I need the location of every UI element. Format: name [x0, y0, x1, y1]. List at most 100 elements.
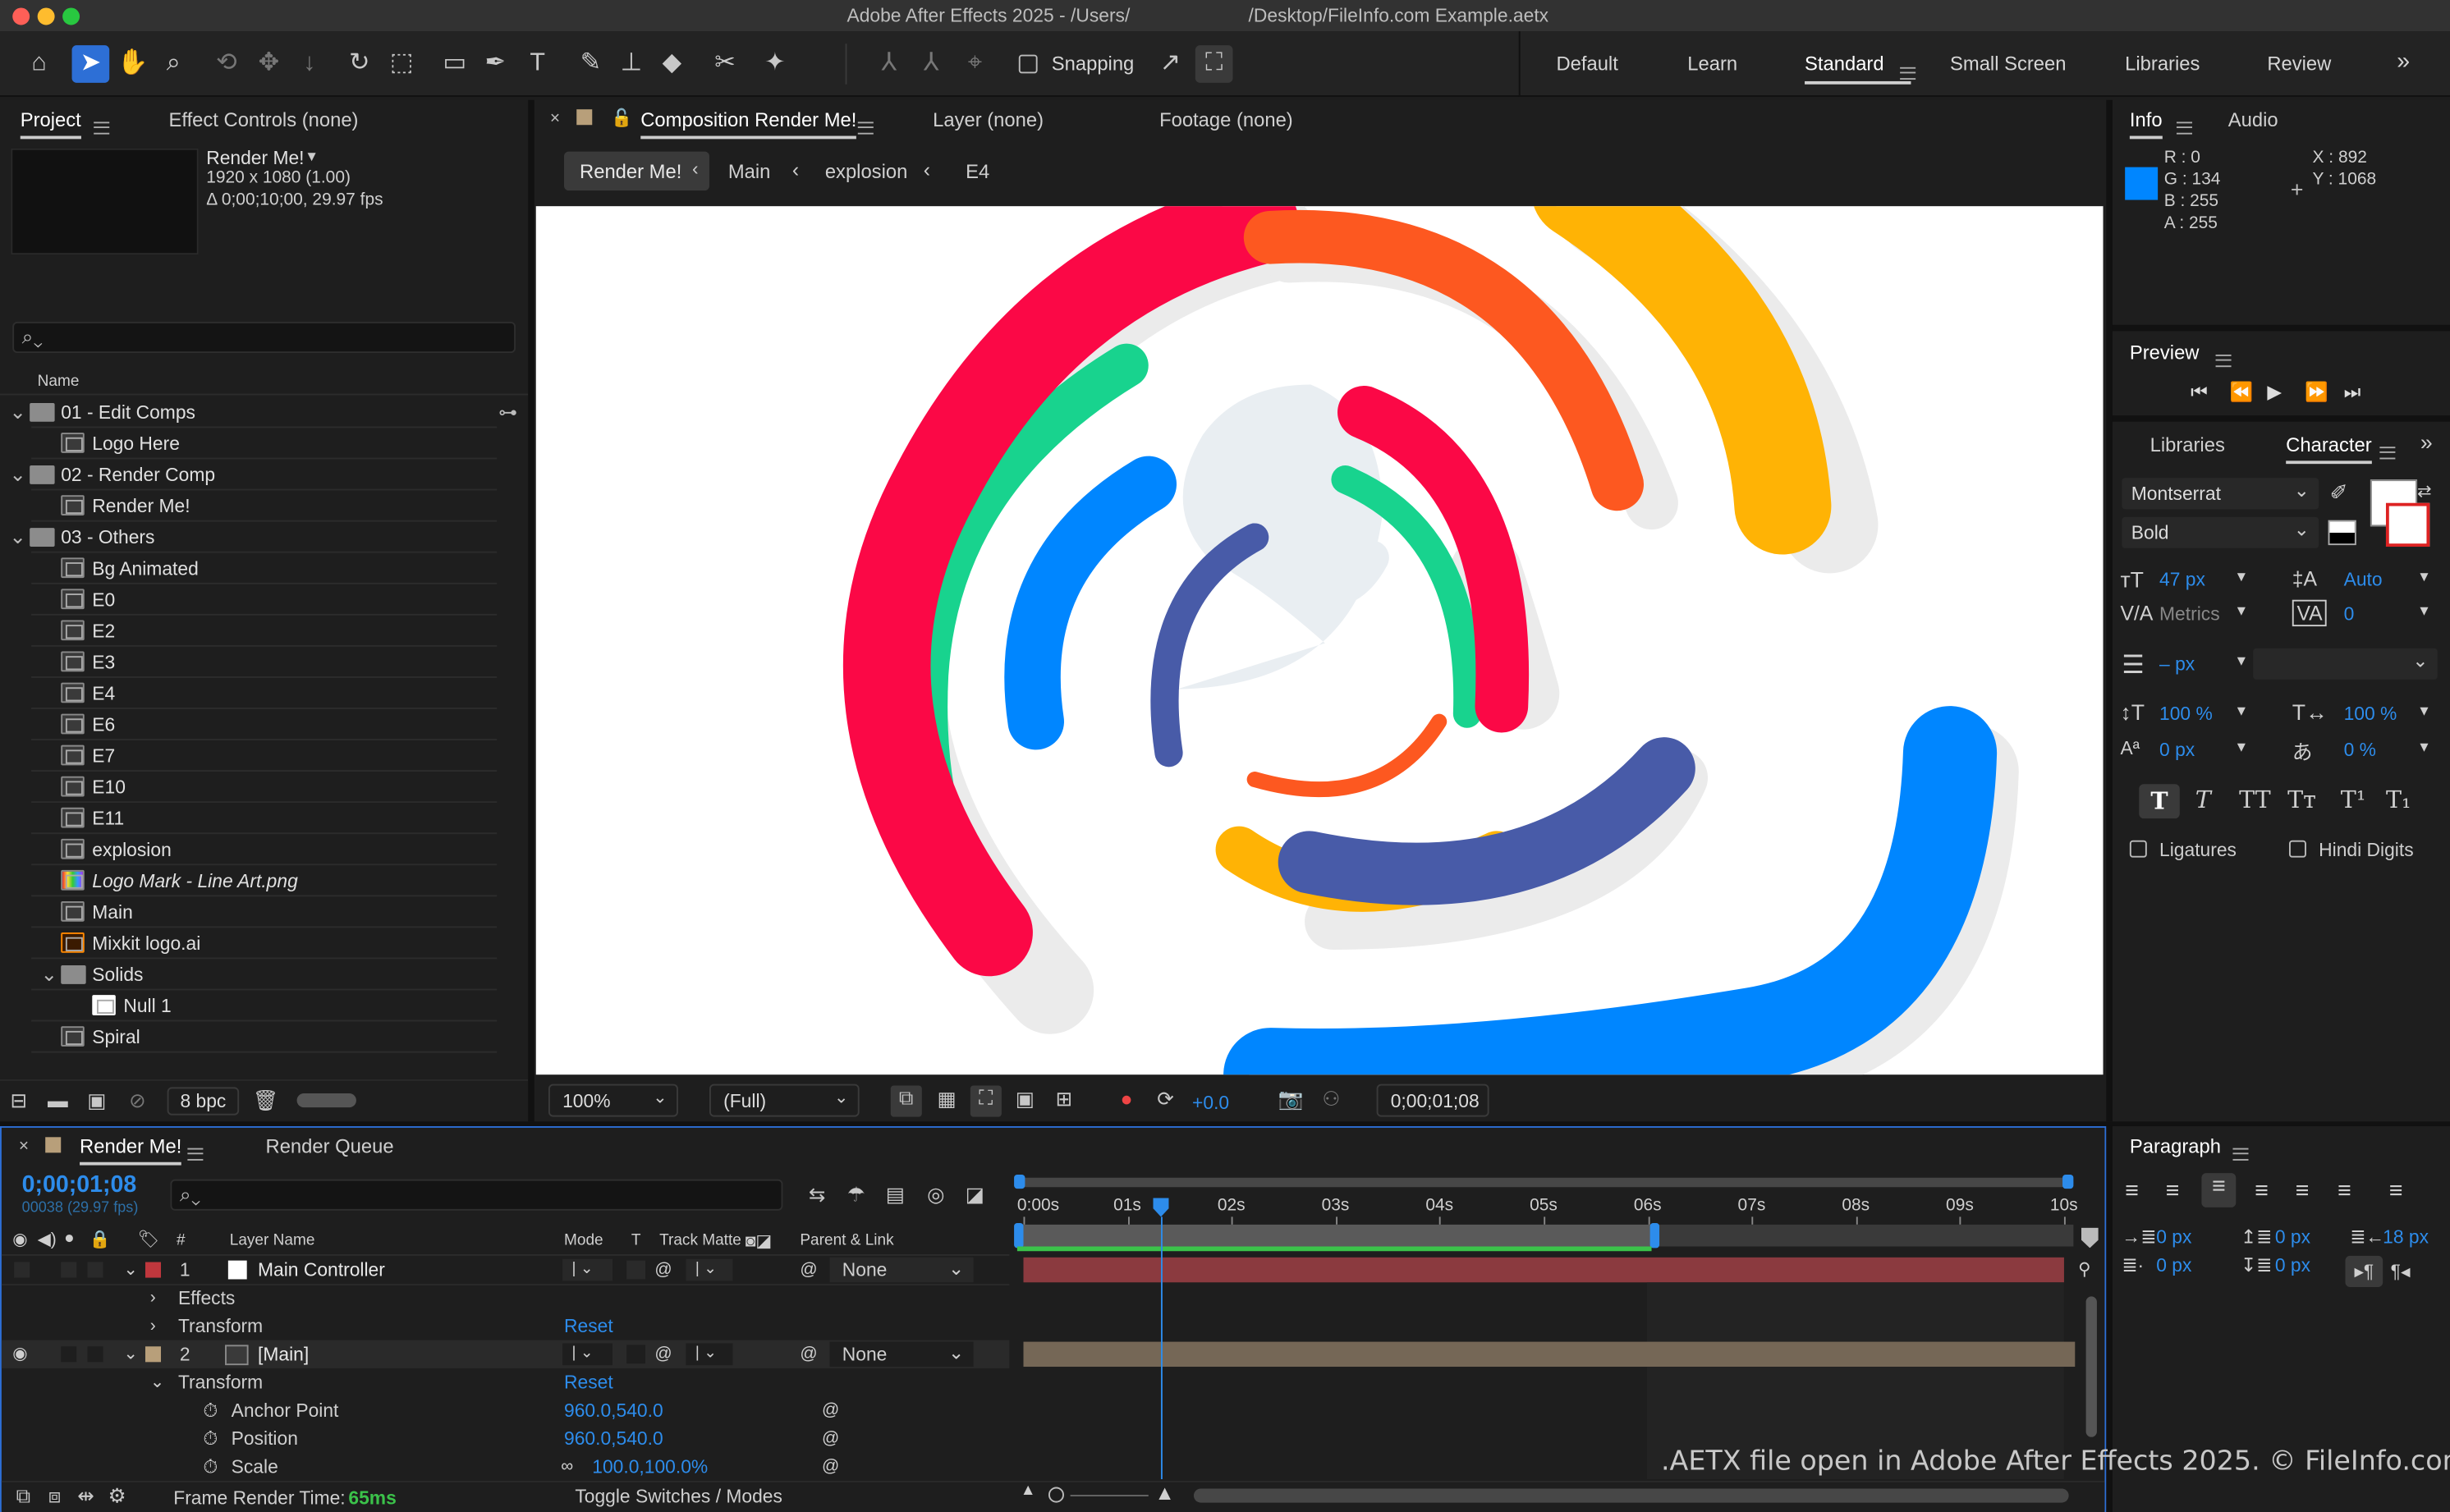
project-item[interactable]: E2: [0, 616, 500, 647]
property-row-anchor-point[interactable]: ⏱ Anchor Point 960.0,540.0 @: [2, 1396, 1009, 1424]
zoom-slider-handle[interactable]: [1048, 1487, 1064, 1503]
comp-menu-icon[interactable]: [857, 121, 874, 135]
zoom-tool-icon[interactable]: ⌕: [154, 45, 192, 83]
layer-bar-1[interactable]: [1023, 1257, 2064, 1283]
color-channels-icon[interactable]: ●: [1111, 1087, 1142, 1111]
tab-libraries[interactable]: Libraries: [2150, 434, 2225, 456]
align-left-icon[interactable]: ≡: [2125, 1178, 2139, 1204]
rectangle-tool-icon[interactable]: ▭: [436, 45, 474, 83]
chevron-right-icon[interactable]: ›: [150, 1284, 156, 1312]
constrain-proportions-icon[interactable]: ∞: [561, 1453, 573, 1481]
eyedropper-icon[interactable]: ✐: [2329, 479, 2347, 506]
solo-switch[interactable]: [61, 1262, 77, 1278]
lock-icon[interactable]: 🔓: [611, 108, 632, 128]
chevron-down-icon[interactable]: ▼: [2234, 653, 2248, 668]
project-item[interactable]: Mixkit logo.ai: [0, 928, 500, 959]
timeline-search-input[interactable]: ⌕⌄: [170, 1179, 783, 1211]
subscript-button[interactable]: T₁: [2386, 786, 2411, 813]
show-snapshot-icon[interactable]: ⚇: [1315, 1087, 1347, 1111]
eraser-tool-icon[interactable]: ◆: [653, 45, 690, 83]
chevron-down-icon[interactable]: ▼: [2417, 569, 2431, 584]
fast-previews-icon[interactable]: ⧉: [890, 1085, 922, 1117]
stopwatch-icon[interactable]: ⏱: [203, 1396, 218, 1424]
property-value[interactable]: 960.0,540.0: [564, 1396, 663, 1424]
resolution-select[interactable]: (Full) ⌄: [709, 1084, 860, 1117]
layer-row-1[interactable]: ⌄ 1 Main Controller | ⌄ @ | ⌄ @ None ⌄: [2, 1256, 1009, 1284]
type-tool-icon[interactable]: T: [519, 45, 557, 83]
work-area-bar[interactable]: [1016, 1224, 1652, 1247]
stroke-style-select[interactable]: ⌄: [2253, 648, 2438, 680]
indent-right-value[interactable]: 18 px: [2383, 1226, 2429, 1249]
zoom-window-button[interactable]: [62, 7, 80, 25]
project-item[interactable]: E11: [0, 803, 500, 834]
chevron-down-icon[interactable]: ⌄: [123, 1256, 138, 1284]
t-header[interactable]: T: [631, 1232, 641, 1249]
frame-blending-icon[interactable]: ◎: [920, 1182, 952, 1207]
workspace-review[interactable]: Review: [2267, 53, 2331, 76]
close-window-button[interactable]: [12, 7, 30, 25]
more-workspaces-icon[interactable]: »: [2397, 48, 2410, 75]
new-folder-icon[interactable]: ▬: [44, 1088, 71, 1112]
workspace-standard[interactable]: Standard: [1805, 53, 1884, 76]
flowchart-icon[interactable]: ⊶: [498, 401, 517, 424]
layer-row-2[interactable]: ◉ ⌄ 2 [Main] | ⌄ @ | ⌄ @ None ⌄: [1, 1340, 1010, 1368]
tsume-value[interactable]: 0 %: [2344, 739, 2376, 761]
layer-name[interactable]: Main Controller: [258, 1256, 385, 1284]
faux-italic-button[interactable]: T: [2195, 786, 2211, 813]
last-frame-icon[interactable]: ⏭: [2344, 381, 2361, 405]
zoom-select[interactable]: 100% ⌄: [548, 1084, 678, 1117]
font-style-select[interactable]: Bold ⌄: [2122, 516, 2319, 548]
transparency-grid-icon[interactable]: ▦: [931, 1087, 962, 1111]
project-settings-icon[interactable]: ⊘: [123, 1088, 151, 1113]
navigator-start-handle[interactable]: [1014, 1174, 1025, 1189]
time-navigator-bar[interactable]: [1016, 1177, 2074, 1188]
navigator-end-handle[interactable]: [2062, 1174, 2074, 1189]
mode-select[interactable]: | ⌄: [562, 1258, 612, 1281]
play-icon[interactable]: ▶: [2267, 381, 2282, 403]
roto-brush-icon[interactable]: ✂: [706, 45, 744, 83]
draft-3d-icon[interactable]: ☂: [841, 1182, 872, 1207]
project-item[interactable]: ⌄ 01 - Edit Comps: [0, 396, 500, 428]
grid-guides-icon[interactable]: ⊞: [1048, 1087, 1080, 1111]
breadcrumb-main[interactable]: Main: [728, 161, 771, 183]
project-item[interactable]: E3: [0, 647, 500, 678]
chevron-down-icon[interactable]: ▼: [2234, 739, 2248, 754]
project-item[interactable]: Logo Here: [0, 428, 500, 459]
paragraph-menu-icon[interactable]: [2232, 1148, 2249, 1161]
thumbnail-slider[interactable]: [296, 1093, 356, 1108]
parent-link-header[interactable]: Parent & Link: [800, 1232, 893, 1249]
chevron-down-icon[interactable]: ⌄: [9, 459, 26, 490]
snap-edges-icon[interactable]: ↗: [1152, 45, 1190, 83]
preserve-transparency-switch[interactable]: [626, 1345, 645, 1364]
pan-camera-icon[interactable]: ✥: [250, 45, 287, 83]
in-out-icon[interactable]: ⇹: [73, 1484, 98, 1509]
pan-behind-tool-icon[interactable]: ⬚: [383, 45, 420, 83]
close-comp-tab-icon[interactable]: ×: [550, 109, 560, 128]
project-item[interactable]: E7: [0, 740, 500, 772]
track-matte-select[interactable]: | ⌄: [686, 1258, 733, 1281]
home-icon[interactable]: ⌂: [21, 45, 58, 83]
project-item[interactable]: Logo Mark - Line Art.png: [0, 865, 500, 896]
exposure-value[interactable]: +0.0: [1192, 1092, 1229, 1114]
chevron-down-icon[interactable]: ▼: [2234, 569, 2248, 584]
timeline-vertical-scrollbar[interactable]: [2085, 1296, 2097, 1437]
preserve-transparency-switch[interactable]: [626, 1260, 645, 1280]
project-menu-icon[interactable]: [94, 121, 110, 135]
tab-timeline-render-me[interactable]: Render Me!: [80, 1135, 182, 1166]
tab-project[interactable]: Project: [20, 109, 81, 140]
indent-first-value[interactable]: 0 px: [2156, 1254, 2191, 1276]
zoom-in-icon[interactable]: ▲: [1154, 1481, 1175, 1505]
work-area-end[interactable]: [1649, 1222, 1660, 1249]
playhead-line[interactable]: [1160, 1216, 1163, 1480]
project-item[interactable]: Main: [0, 896, 500, 928]
close-timeline-tab-icon[interactable]: ×: [19, 1137, 29, 1156]
align-center-icon[interactable]: ≡: [2166, 1178, 2180, 1204]
minimize-window-button[interactable]: [37, 7, 55, 25]
current-time-field[interactable]: 0;00;01;08: [1376, 1084, 1489, 1117]
leading-value[interactable]: Auto: [2344, 569, 2383, 591]
stopwatch-icon[interactable]: ⏱: [203, 1453, 218, 1481]
project-item[interactable]: E4: [0, 678, 500, 709]
info-menu-icon[interactable]: [2176, 121, 2192, 135]
workspace-menu-icon[interactable]: [1900, 66, 1916, 80]
zoom-out-icon[interactable]: ▲: [1021, 1482, 1036, 1500]
